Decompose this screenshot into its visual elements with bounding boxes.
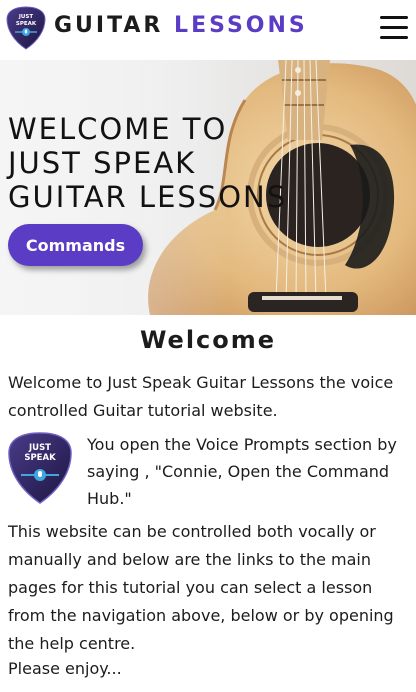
just-speak-logo-icon: JUST SPEAK	[8, 432, 72, 504]
brand-title[interactable]: GUITAR LESSONS	[54, 13, 308, 38]
hero-title-line-3: GUITAR LESSONS	[8, 180, 288, 214]
body-paragraph: This website can be controlled both voca…	[8, 522, 394, 653]
svg-text:SPEAK: SPEAK	[24, 453, 56, 463]
hero-title: WELCOME TO JUST SPEAK GUITAR LESSONS	[8, 112, 308, 214]
hero-title-line-2: JUST SPEAK	[8, 146, 197, 180]
voice-prompt-paragraph: You open the Voice Prompts section by sa…	[87, 435, 397, 508]
svg-text:JUST: JUST	[28, 443, 51, 453]
closing-text: Please enjoy...	[8, 659, 122, 678]
hero-title-line-1: WELCOME TO	[8, 112, 228, 146]
logo-pick-icon[interactable]: JUST SPEAK	[6, 6, 46, 50]
hero-banner: WELCOME TO JUST SPEAK GUITAR LESSONS Com…	[0, 60, 416, 315]
intro-paragraph: Welcome to Just Speak Guitar Lessons the…	[8, 373, 394, 420]
svg-text:JUST: JUST	[18, 14, 33, 20]
hamburger-menu-icon[interactable]	[380, 16, 408, 40]
brand-word-guitar: GUITAR	[54, 13, 164, 38]
brand-word-lessons: LESSONS	[174, 13, 308, 38]
site-header: JUST SPEAK GUITAR LESSONS	[0, 0, 416, 58]
svg-text:SPEAK: SPEAK	[16, 21, 37, 27]
welcome-heading: Welcome	[139, 326, 277, 354]
commands-button[interactable]: Commands	[8, 224, 143, 266]
